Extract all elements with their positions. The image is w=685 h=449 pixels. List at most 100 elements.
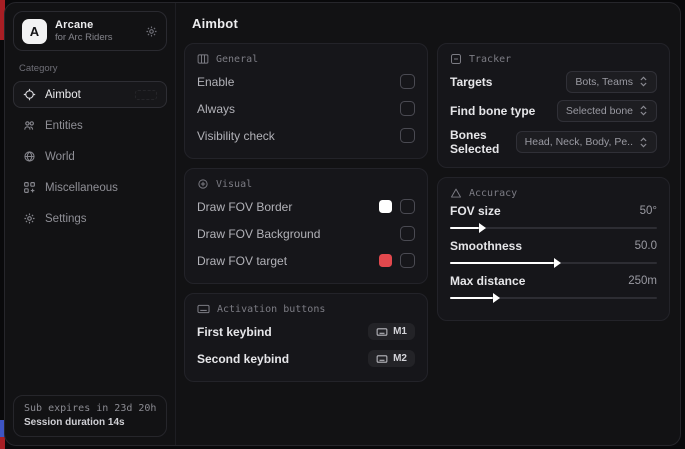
app-title: Arcane: [55, 19, 113, 31]
sidebar-item-aimbot[interactable]: Aimbot: [13, 81, 167, 108]
sidebar-item-miscellaneous[interactable]: Miscellaneous: [13, 174, 167, 201]
app-header-card: A Arcane for Arc Riders: [13, 11, 167, 51]
sidebar-footer: Sub expires in 23d 20h Session duration …: [13, 395, 167, 437]
always-checkbox[interactable]: [400, 101, 415, 116]
general-card: General Enable Always: [184, 43, 428, 159]
section-title: Activation buttons: [217, 304, 325, 315]
sidebar-item-entities[interactable]: Entities: [13, 112, 167, 139]
smoothness-slider-group: Smoothness 50.0: [450, 239, 657, 264]
section-title: General: [216, 54, 258, 65]
setting-label: First keybind: [197, 325, 272, 339]
find-bone-type-select[interactable]: Selected bone: [557, 100, 657, 122]
chevrons-up-down-icon: [639, 76, 648, 87]
sidebar-item-label: Aimbot: [45, 89, 81, 101]
color-swatch-white[interactable]: [379, 200, 392, 213]
chevrons-up-down-icon: [639, 105, 648, 116]
setting-label: Second keybind: [197, 352, 289, 366]
setting-label: Find bone type: [450, 104, 535, 118]
select-value: Head, Neck, Body, Pe..: [525, 136, 633, 148]
section-title: Tracker: [469, 54, 511, 65]
keyboard-icon: [376, 327, 388, 337]
slider-fill[interactable]: [450, 297, 493, 299]
setting-label: Bones Selected: [450, 128, 516, 156]
max-distance-slider[interactable]: [450, 297, 657, 299]
crosshair-icon: [23, 88, 36, 101]
max-distance-slider-group: Max distance 250m: [450, 274, 657, 299]
sidebar: A Arcane for Arc Riders Category: [5, 3, 176, 445]
gear-icon: [23, 212, 36, 225]
section-title: Visual: [216, 179, 252, 190]
app-window: A Arcane for Arc Riders Category: [4, 2, 681, 446]
slider-label: Smoothness: [450, 239, 522, 253]
tracker-card: Tracker Targets Bots, Teams: [437, 43, 670, 168]
sidebar-item-label: World: [45, 151, 75, 163]
sub-expiry-text: Sub expires in 23d 20h: [24, 403, 156, 414]
screen: A Arcane for Arc Riders Category: [0, 0, 685, 449]
targets-select[interactable]: Bots, Teams: [566, 71, 657, 93]
sidebar-nav: Aimbot Entities: [5, 81, 175, 232]
page-title: Aimbot: [192, 16, 664, 31]
chevrons-up-down-icon: [639, 137, 648, 148]
visual-card: Visual Draw FOV Border Dr: [184, 168, 428, 284]
fov-border-checkbox[interactable]: [400, 199, 415, 214]
setting-label: Draw FOV Border: [197, 200, 292, 214]
keybind-hint: [135, 90, 157, 100]
setting-label: Targets: [450, 75, 492, 89]
columns-icon: [197, 53, 209, 65]
enable-checkbox[interactable]: [400, 74, 415, 89]
aperture-icon: [197, 178, 209, 190]
column-right: Tracker Targets Bots, Teams: [437, 43, 670, 321]
keybind-value: M2: [393, 353, 407, 364]
branch-grid-icon: [23, 181, 36, 194]
triangle-icon: [450, 187, 462, 199]
fov-size-slider[interactable]: [450, 227, 657, 229]
setting-row-always: Always: [197, 97, 415, 120]
slider-fill[interactable]: [450, 227, 479, 229]
fov-target-checkbox[interactable]: [400, 253, 415, 268]
users-icon: [23, 119, 36, 132]
main-panel: Aimbot General: [176, 3, 680, 445]
first-keybind-button[interactable]: M1: [368, 323, 415, 340]
sidebar-item-world[interactable]: World: [13, 143, 167, 170]
setting-row-visibility-check: Visibility check: [197, 124, 415, 147]
visibility-check-checkbox[interactable]: [400, 128, 415, 143]
select-value: Bots, Teams: [575, 76, 633, 88]
slider-value: 50.0: [635, 240, 657, 252]
keyboard-icon: [197, 303, 210, 315]
sidebar-item-label: Settings: [45, 213, 87, 225]
setting-row-bones-selected: Bones Selected Head, Neck, Body, Pe..: [450, 128, 657, 156]
accuracy-card: Accuracy FOV size 50°: [437, 177, 670, 321]
category-label: Category: [19, 63, 161, 74]
setting-row-fov-background: Draw FOV Background: [197, 222, 415, 245]
smoothness-slider[interactable]: [450, 262, 657, 264]
setting-row-fov-target: Draw FOV target: [197, 249, 415, 272]
keybind-value: M1: [393, 326, 407, 337]
session-duration-text: Session duration 14s: [24, 417, 156, 428]
slider-fill[interactable]: [450, 262, 554, 264]
setting-row-fov-border: Draw FOV Border: [197, 195, 415, 218]
column-left: General Enable Always: [184, 43, 428, 382]
setting-row-first-keybind: First keybind M1: [197, 320, 415, 343]
scan-minus-icon: [450, 53, 462, 65]
fov-background-checkbox[interactable]: [400, 226, 415, 241]
sidebar-item-label: Entities: [45, 120, 83, 132]
setting-row-find-bone-type: Find bone type Selected bone: [450, 99, 657, 122]
slider-value: 250m: [628, 275, 657, 287]
sidebar-item-label: Miscellaneous: [45, 182, 118, 194]
setting-label: Draw FOV Background: [197, 227, 320, 241]
section-title: Accuracy: [469, 188, 517, 199]
sidebar-item-settings[interactable]: Settings: [13, 205, 167, 232]
subscription-card: Sub expires in 23d 20h Session duration …: [13, 395, 167, 437]
activation-card: Activation buttons First keybind: [184, 293, 428, 382]
keyboard-icon: [376, 354, 388, 364]
app-subtitle: for Arc Riders: [55, 32, 113, 43]
gear-icon[interactable]: [145, 25, 158, 38]
setting-row-second-keybind: Second keybind M2: [197, 347, 415, 370]
color-swatch-red[interactable]: [379, 254, 392, 267]
app-logo: A: [22, 19, 47, 44]
slider-value: 50°: [640, 205, 657, 217]
second-keybind-button[interactable]: M2: [368, 350, 415, 367]
content: General Enable Always: [176, 41, 680, 382]
fov-size-slider-group: FOV size 50°: [450, 204, 657, 229]
bones-selected-select[interactable]: Head, Neck, Body, Pe..: [516, 131, 657, 153]
